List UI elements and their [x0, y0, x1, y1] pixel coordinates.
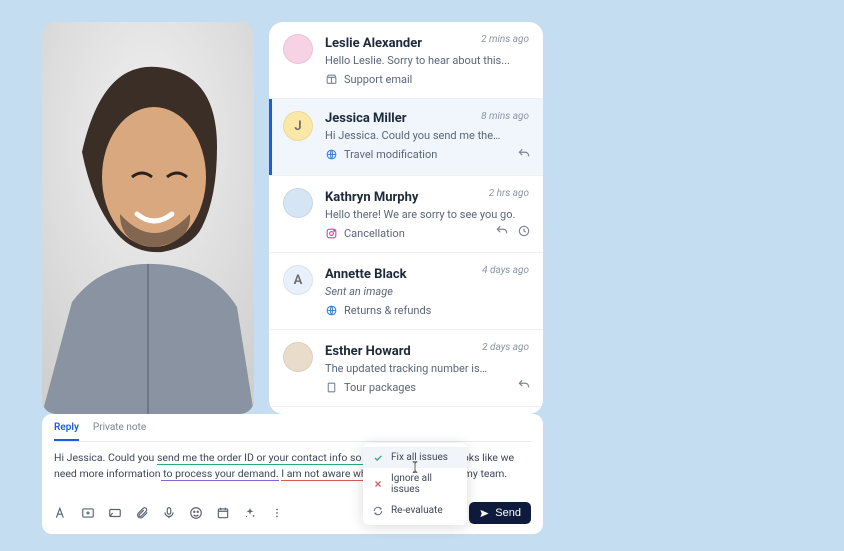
avatar [283, 34, 313, 64]
conversation-preview: Hello there! We are sorry to see you go. [325, 208, 529, 221]
send-button[interactable]: Send [469, 502, 531, 524]
format-text-icon[interactable] [54, 506, 68, 520]
conversation-tag: Tour packages [325, 381, 529, 394]
ai-popover: Fix all issuesIgnore all issuesRe-evalua… [363, 443, 467, 525]
conversation-time: 8 mins ago [481, 111, 529, 122]
conversation-preview: Hi Jessica. Could you send me the… [325, 129, 529, 142]
conversation-tag: Travel modification [325, 148, 529, 161]
avatar [283, 188, 313, 218]
hl-suggestion[interactable]: to process your demand. [161, 467, 279, 481]
tag-icon [325, 304, 338, 317]
ai-sparkle-icon[interactable] [243, 506, 257, 520]
conversation-tag: Returns & refunds [325, 304, 529, 317]
avatar: J [283, 111, 313, 141]
tab-private-note[interactable]: Private note [93, 422, 146, 441]
conversation-actions [517, 377, 531, 396]
conversation-item[interactable]: 2 days agoEsther HowardThe updated track… [269, 330, 543, 407]
attach-icon[interactable] [135, 506, 149, 520]
conversation-item[interactable]: A4 days agoAnnette BlackSent an imageRet… [269, 253, 543, 330]
tag-icon [325, 73, 338, 86]
calendar-icon[interactable] [216, 506, 230, 520]
cross-icon [373, 479, 383, 489]
composer-tabs: Reply Private note [54, 422, 531, 442]
check-icon [373, 453, 383, 463]
reply-icon[interactable] [517, 146, 531, 165]
insert-video-icon[interactable] [108, 506, 122, 520]
composer: ReplyPrivate note Hi Jessica. Could you … [42, 414, 543, 534]
tab-reply[interactable]: Reply [54, 422, 79, 441]
more-icon[interactable] [270, 506, 284, 520]
conversation-item[interactable]: 9 Jan 2024 [269, 407, 543, 414]
emoji-icon[interactable] [189, 506, 203, 520]
reply-icon[interactable] [495, 223, 509, 242]
tag-icon [325, 148, 338, 161]
tag-icon [325, 227, 338, 240]
conversation-item[interactable]: 2 hrs agoKathryn MurphyHello there! We a… [269, 176, 543, 253]
refresh-icon [373, 506, 383, 516]
conversation-time: 2 days ago [482, 342, 529, 353]
conversation-time: 4 days ago [482, 265, 529, 276]
mic-icon[interactable] [162, 506, 176, 520]
hl-suggestion[interactable]: I am not aware why. [281, 467, 374, 481]
profile-photo [42, 22, 254, 414]
popover-item-re-evaluate[interactable]: Re-evaluate [363, 500, 467, 521]
conversation-preview: Sent an image [325, 285, 529, 298]
avatar [283, 342, 313, 372]
conversation-item[interactable]: J8 mins agoJessica MillerHi Jessica. Cou… [269, 99, 543, 176]
conversation-list: 2 mins agoLeslie AlexanderHello Leslie. … [269, 22, 543, 414]
insert-image-icon[interactable] [81, 506, 95, 520]
avatar: A [283, 265, 313, 295]
conversation-actions [517, 146, 531, 165]
reply-icon[interactable] [517, 377, 531, 396]
tag-icon [325, 381, 338, 394]
conversation-preview: The updated tracking number is… [325, 362, 529, 375]
conversation-time: 2 hrs ago [489, 188, 529, 199]
conversation-item[interactable]: 2 mins agoLeslie AlexanderHello Leslie. … [269, 22, 543, 99]
conversation-preview: Hello Leslie. Sorry to hear about this..… [325, 54, 529, 67]
cursor-icon [408, 460, 422, 474]
clock-icon[interactable] [517, 223, 531, 242]
conversation-time: 2 mins ago [481, 34, 529, 45]
conversation-actions [495, 223, 531, 242]
conversation-tag: Support email [325, 73, 529, 86]
